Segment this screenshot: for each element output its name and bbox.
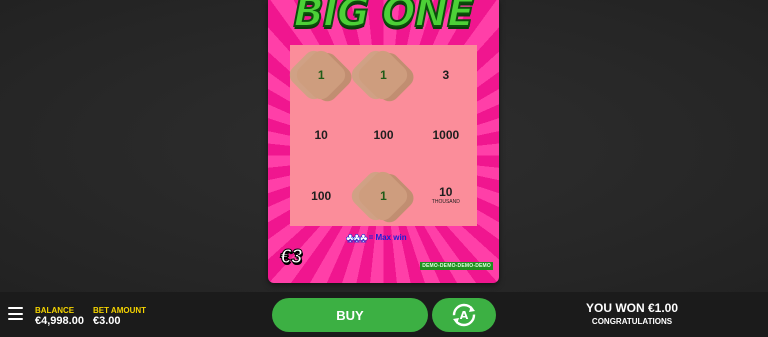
- win-message: CONGRATULATIONS: [591, 317, 673, 326]
- balance-value: €4,998.00: [35, 315, 84, 327]
- scratch-card: BIG ONE 1 1 3 10 100 1000 100 1 10 THOUS…: [268, 0, 499, 283]
- grid-cell[interactable]: 1: [290, 45, 352, 105]
- grid-cell[interactable]: 1000: [415, 105, 477, 165]
- cell-value: 3: [442, 68, 450, 83]
- clover-icon: ♣♣♣: [346, 230, 368, 246]
- balance-display: BALANCE €4,998.00: [35, 305, 84, 327]
- grid-cell[interactable]: 1: [352, 166, 414, 226]
- scratch-grid: 1 1 3 10 100 1000 100 1 10 THOUSAND: [290, 45, 477, 226]
- cell-value: 10: [314, 128, 328, 143]
- grid-cell[interactable]: 100: [352, 105, 414, 165]
- svg-text:A: A: [460, 309, 469, 322]
- cell-value: 1: [380, 188, 387, 203]
- bottom-bar: BALANCE €4,998.00 BET AMOUNT €3.00 BUY A…: [0, 292, 768, 337]
- max-win-label: = Max win: [368, 233, 407, 242]
- win-amount: YOU WON €1.00: [585, 301, 679, 315]
- cell-value: 100: [311, 188, 332, 203]
- grid-cell[interactable]: 100: [290, 166, 352, 226]
- buy-button[interactable]: BUY: [272, 298, 428, 332]
- ticket-price: €3: [279, 246, 303, 269]
- cell-value: 1000: [432, 128, 460, 143]
- cell-subvalue: THOUSAND: [431, 199, 460, 206]
- grid-cell[interactable]: 10 THOUSAND: [415, 166, 477, 226]
- cell-value: 10: [439, 185, 453, 200]
- win-display: YOU WON €1.00 CONGRATULATIONS: [560, 302, 704, 328]
- demo-badge: DEMO-DEMO-DEMO-DEMO: [420, 262, 493, 270]
- grid-cell[interactable]: 10: [290, 105, 352, 165]
- autoplay-icon: A: [452, 303, 476, 327]
- cell-value: 1: [317, 68, 325, 83]
- grid-cell[interactable]: 1: [352, 45, 414, 105]
- game-logo: BIG ONE: [293, 0, 476, 37]
- cell-value: 1: [380, 68, 387, 83]
- autoplay-button[interactable]: A: [432, 298, 496, 332]
- bet-value: €3.00: [93, 315, 121, 327]
- cell-value: 100: [373, 128, 394, 143]
- game-stage: BIG ONE 1 1 3 10 100 1000 100 1 10 THOUS…: [0, 0, 768, 292]
- hamburger-menu-icon[interactable]: [8, 307, 23, 320]
- bet-display[interactable]: BET AMOUNT €3.00: [93, 305, 146, 327]
- max-win-legend: ♣♣♣ = Max win: [346, 230, 407, 246]
- grid-cell[interactable]: 3: [415, 45, 477, 105]
